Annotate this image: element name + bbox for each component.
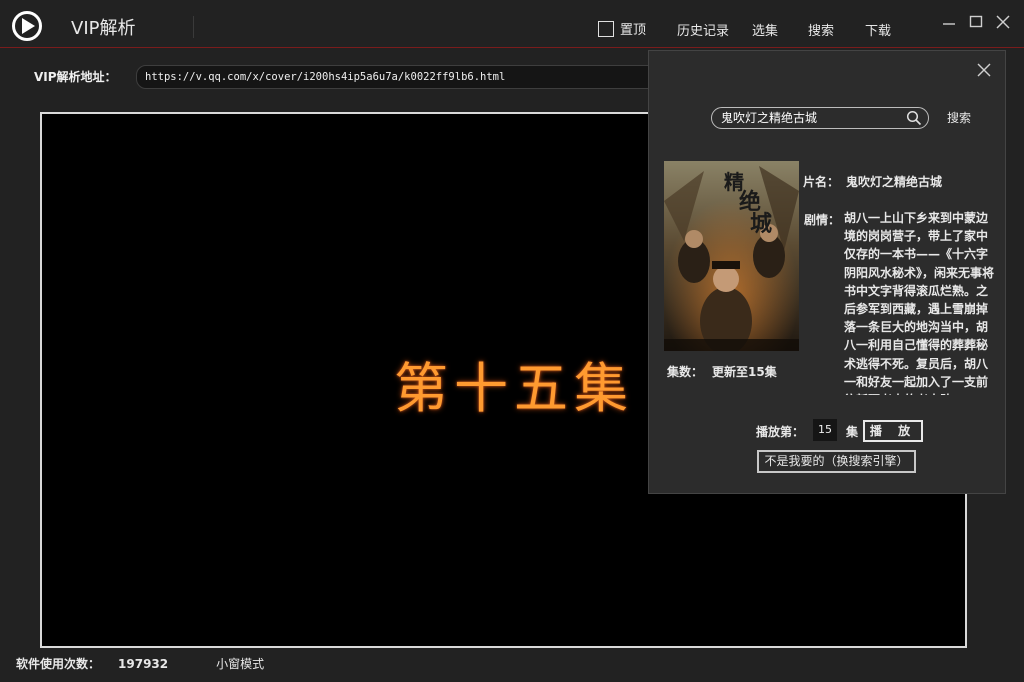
minimize-icon[interactable] [940,15,958,33]
search-panel: 鬼吹灯之精绝古城 搜索 精 绝 城 片名： 鬼吹灯之精绝古城 剧情： 胡八一上山… [648,50,1006,494]
title-bar: VIP解析 置顶 历史记录 选集 搜索 下载 [0,0,1024,48]
mini-mode-button[interactable]: 小窗模式 [216,655,264,672]
search-input[interactable]: 鬼吹灯之精绝古城 [711,107,929,129]
poster-image: 精 绝 城 [664,161,799,351]
usage-count: 197932 [118,656,169,671]
switch-engine-button[interactable]: 不是我要的（换搜索引擎） [757,450,916,473]
pin-checkbox[interactable] [598,20,614,37]
title-divider [193,16,194,38]
svg-text:城: 城 [750,211,772,237]
pin-toggle[interactable]: 置顶 [598,19,646,38]
app-title: VIP解析 [71,18,136,39]
search-button[interactable]: 搜索 [947,109,971,126]
pin-label: 置顶 [620,23,647,38]
episode-number-input[interactable]: 15 [813,419,837,441]
url-input[interactable]: https://v.qq.com/x/cover/i200hs4ip5a6u7a… [136,65,736,89]
title-value: 鬼吹灯之精绝古城 [846,175,943,189]
plot-label: 剧情： [804,213,841,227]
search-icon[interactable] [906,110,922,126]
play-from-label: 播放第： [756,425,805,439]
title-label: 片名： [803,175,840,189]
episode-unit-label: 集 [846,425,859,439]
play-icon [12,11,42,41]
episodes-value: 更新至15集 [712,365,777,379]
episode-overlay-text: 第十五集 [394,357,634,420]
search-menu[interactable]: 搜索 [808,20,834,39]
plot-text: 胡八一上山下乡来到中蒙边境的岗岗营子，带上了家中仅存的一本书——《十六字阴阳风水… [844,211,994,395]
history-menu[interactable]: 历史记录 [677,20,729,39]
close-icon[interactable] [994,15,1012,33]
maximize-icon[interactable] [967,15,985,33]
url-label: VIP解析地址： [34,70,117,84]
episodes-menu[interactable]: 选集 [752,20,778,39]
status-bar: 软件使用次数： 197932 小窗模式 [16,655,264,672]
download-menu[interactable]: 下载 [865,20,891,39]
usage-label: 软件使用次数： [16,657,101,671]
episodes-label: 集数： [667,365,704,379]
panel-close-icon[interactable] [977,61,991,82]
play-button[interactable]: 播 放 [863,420,923,442]
